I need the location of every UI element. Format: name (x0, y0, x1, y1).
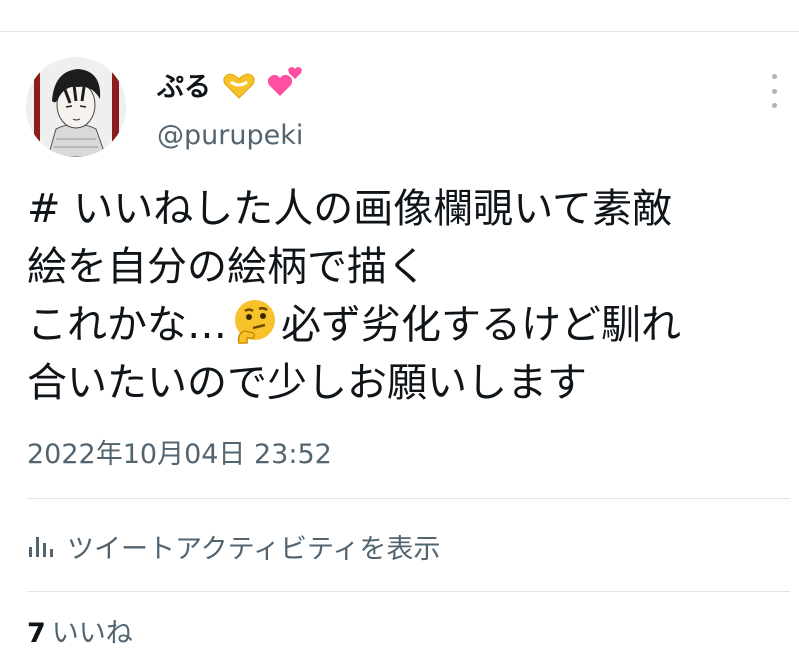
divider (27, 591, 790, 592)
author-display-name: ぷる (157, 72, 211, 103)
tweet-text-line-3b: 必ず劣化するけど馴れ (281, 302, 681, 348)
likes-count: 7 (27, 618, 46, 649)
tweet-text-line-4: 合いたいので少しお願いします (27, 360, 587, 406)
divider (27, 498, 790, 499)
tweet-text-line-2: 絵を自分の絵柄で描く (27, 244, 427, 290)
likes-label: いいね (51, 618, 133, 649)
view-tweet-activity-link[interactable]: ツイートアクティビティを表示 (27, 527, 440, 565)
likes-link[interactable]: 7 いいね (27, 616, 133, 652)
author-handle[interactable]: @purupeki (157, 118, 303, 154)
author-display-name-row[interactable]: ぷる (157, 66, 304, 103)
bar-chart-icon (29, 537, 53, 557)
tweet-text-line-1: # いいねした人の画像欄覗いて素敵 (27, 186, 673, 232)
avatar-illustration (26, 57, 126, 157)
more-options-icon[interactable] (762, 74, 786, 108)
thinking-face-emoji-icon (235, 300, 275, 344)
avatar[interactable] (26, 57, 126, 157)
more-dot (771, 103, 777, 108)
tweet-activity-label: ツイートアクティビティを表示 (67, 533, 441, 565)
more-dot (771, 88, 777, 94)
two-hearts-emoji-icon (267, 67, 302, 96)
tweet-text-line-3a: これかな… (27, 302, 227, 348)
heart-hands-emoji-icon (223, 73, 256, 99)
top-divider (0, 31, 799, 32)
more-dot (771, 74, 777, 79)
tweet-text: # いいねした人の画像欄覗いて素敵 絵を自分の絵柄で描く これかな… 必ず劣化す… (27, 180, 792, 412)
tweet-timestamp[interactable]: 2022年10月04日 23:52 (27, 437, 332, 473)
